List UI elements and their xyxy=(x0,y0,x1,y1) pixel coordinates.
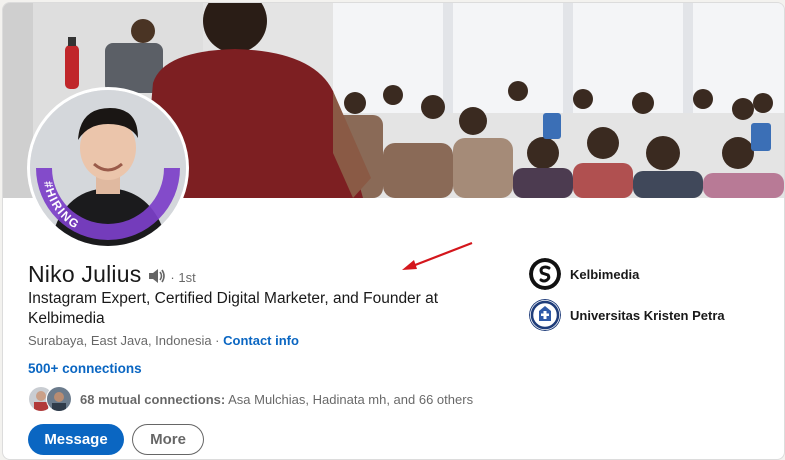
speaker-icon[interactable] xyxy=(148,268,166,284)
hiring-frame: #HIRING xyxy=(36,168,180,240)
profile-name: Niko Julius xyxy=(28,261,142,287)
experience-education-panel: Kelbimedia Universitas Kristen Petra xyxy=(529,255,725,337)
annotation-arrow-icon xyxy=(402,241,473,270)
kelbimedia-logo xyxy=(529,258,561,290)
mutual-connections-row[interactable]: 68 mutual connections: Asa Mulchias, Had… xyxy=(28,386,473,412)
mutual-avatar xyxy=(46,386,72,412)
mutual-names: Asa Mulchias, Hadinata mh, and 66 others xyxy=(225,391,474,407)
location-row: Surabaya, East Java, Indonesia · Contact… xyxy=(28,333,299,348)
action-buttons: Message More xyxy=(28,424,204,455)
education-school[interactable]: Universitas Kristen Petra xyxy=(529,296,725,334)
company-name: Kelbimedia xyxy=(570,266,640,282)
profile-photo[interactable]: #HIRING xyxy=(30,90,186,246)
message-button[interactable]: Message xyxy=(28,424,124,455)
petra-seal-logo xyxy=(529,299,561,331)
contact-info-link[interactable]: Contact info xyxy=(223,333,299,348)
mutual-count: 68 mutual connections: xyxy=(80,391,226,407)
profile-card: #HIRING Niko Julius · 1st Instagram Expe… xyxy=(2,2,785,460)
connections-link[interactable]: 500+ connections xyxy=(28,361,142,376)
profile-location: Surabaya, East Java, Indonesia xyxy=(28,333,212,348)
mutual-avatars xyxy=(28,386,76,412)
profile-headline: Instagram Expert, Certified Digital Mark… xyxy=(28,290,439,327)
location-separator: · xyxy=(211,333,224,348)
name-row: Niko Julius · 1st xyxy=(28,261,196,288)
profile-photo-frame[interactable]: #HIRING xyxy=(27,87,189,249)
connection-degree: · 1st xyxy=(170,270,196,285)
current-company[interactable]: Kelbimedia xyxy=(529,255,725,293)
school-name: Universitas Kristen Petra xyxy=(570,307,725,323)
more-button[interactable]: More xyxy=(132,424,204,455)
mutual-connections-text: 68 mutual connections: Asa Mulchias, Had… xyxy=(80,392,473,407)
